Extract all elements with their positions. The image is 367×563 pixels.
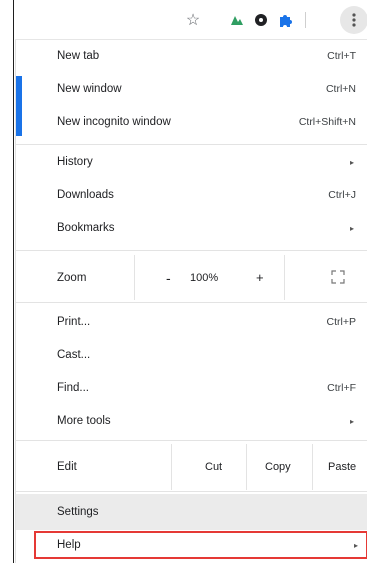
paste-button[interactable]: Paste	[328, 461, 356, 473]
chevron-right-icon: ▸	[349, 223, 354, 233]
new-tab-shortcut: Ctrl+T	[327, 50, 356, 62]
more-vert-icon	[352, 13, 356, 27]
chevron-right-icon: ▸	[349, 416, 354, 426]
menu-divider	[16, 302, 367, 303]
menu-item-bookmarks[interactable]: Bookmarks ▸	[16, 212, 367, 244]
new-window-shortcut: Ctrl+N	[325, 83, 356, 95]
bookmarks-label: Bookmarks	[57, 222, 115, 234]
browser-main-menu: New tab Ctrl+T New window Ctrl+N New inc…	[15, 40, 367, 563]
extension-dot-icon[interactable]	[251, 10, 271, 30]
find-label: Find...	[57, 382, 89, 394]
help-label: Help	[57, 539, 81, 551]
menu-item-more-tools[interactable]: More tools ▸	[16, 405, 367, 437]
new-window-label: New window	[57, 83, 122, 95]
bookmark-star-icon[interactable]: ☆	[183, 10, 203, 30]
edit-separator	[312, 444, 313, 490]
print-shortcut: Ctrl+P	[326, 316, 356, 328]
zoom-label: Zoom	[57, 271, 87, 284]
menu-edit-row: Edit Cut Copy Paste	[16, 444, 367, 490]
menu-item-help[interactable]: Help ▸	[34, 531, 367, 559]
menu-item-print[interactable]: Print... Ctrl+P	[16, 306, 367, 338]
print-label: Print...	[57, 316, 91, 328]
menu-divider	[16, 440, 367, 441]
edit-separator	[171, 444, 172, 490]
menu-item-new-window[interactable]: New window Ctrl+N	[16, 73, 367, 105]
cut-button[interactable]: Cut	[205, 461, 222, 473]
zoom-separator	[284, 255, 285, 300]
menu-item-find[interactable]: Find... Ctrl+F	[16, 372, 367, 404]
more-tools-label: More tools	[57, 415, 111, 427]
copy-button[interactable]: Copy	[265, 461, 291, 473]
menu-item-downloads[interactable]: Downloads Ctrl+J	[16, 179, 367, 211]
zoom-out-button[interactable]: -	[166, 270, 171, 286]
menu-item-cast[interactable]: Cast...	[16, 339, 367, 371]
chevron-right-icon: ▸	[353, 540, 358, 550]
zoom-level: 100%	[190, 271, 219, 284]
menu-item-history[interactable]: History ▸	[16, 146, 367, 178]
browser-toolbar: ☆	[15, 0, 367, 40]
new-tab-label: New tab	[57, 50, 100, 62]
window-left-edge	[0, 0, 14, 563]
cast-label: Cast...	[57, 349, 91, 361]
new-incognito-shortcut: Ctrl+Shift+N	[298, 116, 356, 128]
zoom-in-button[interactable]: +	[256, 270, 264, 285]
menu-divider	[16, 491, 367, 492]
fullscreen-icon[interactable]	[331, 270, 345, 284]
downloads-shortcut: Ctrl+J	[328, 189, 356, 201]
settings-label: Settings	[57, 506, 99, 518]
edit-separator	[246, 444, 247, 490]
downloads-label: Downloads	[57, 189, 114, 201]
menu-item-new-tab[interactable]: New tab Ctrl+T	[16, 40, 367, 72]
menu-divider	[16, 250, 367, 251]
puzzle-icon[interactable]	[275, 10, 295, 30]
find-shortcut: Ctrl+F	[327, 382, 356, 394]
history-label: History	[57, 156, 93, 168]
chevron-right-icon: ▸	[349, 157, 354, 167]
extension-a-icon[interactable]	[227, 10, 247, 30]
edit-label: Edit	[57, 461, 77, 473]
menu-item-new-incognito-window[interactable]: New incognito window Ctrl+Shift+N	[16, 106, 367, 138]
more-menu-button[interactable]	[340, 6, 367, 34]
menu-zoom-row: Zoom - 100% +	[16, 255, 367, 300]
zoom-separator	[134, 255, 135, 300]
new-incognito-label: New incognito window	[57, 116, 171, 128]
menu-item-settings[interactable]: Settings	[16, 494, 367, 530]
menu-divider	[16, 144, 367, 145]
toolbar-separator	[305, 12, 306, 28]
